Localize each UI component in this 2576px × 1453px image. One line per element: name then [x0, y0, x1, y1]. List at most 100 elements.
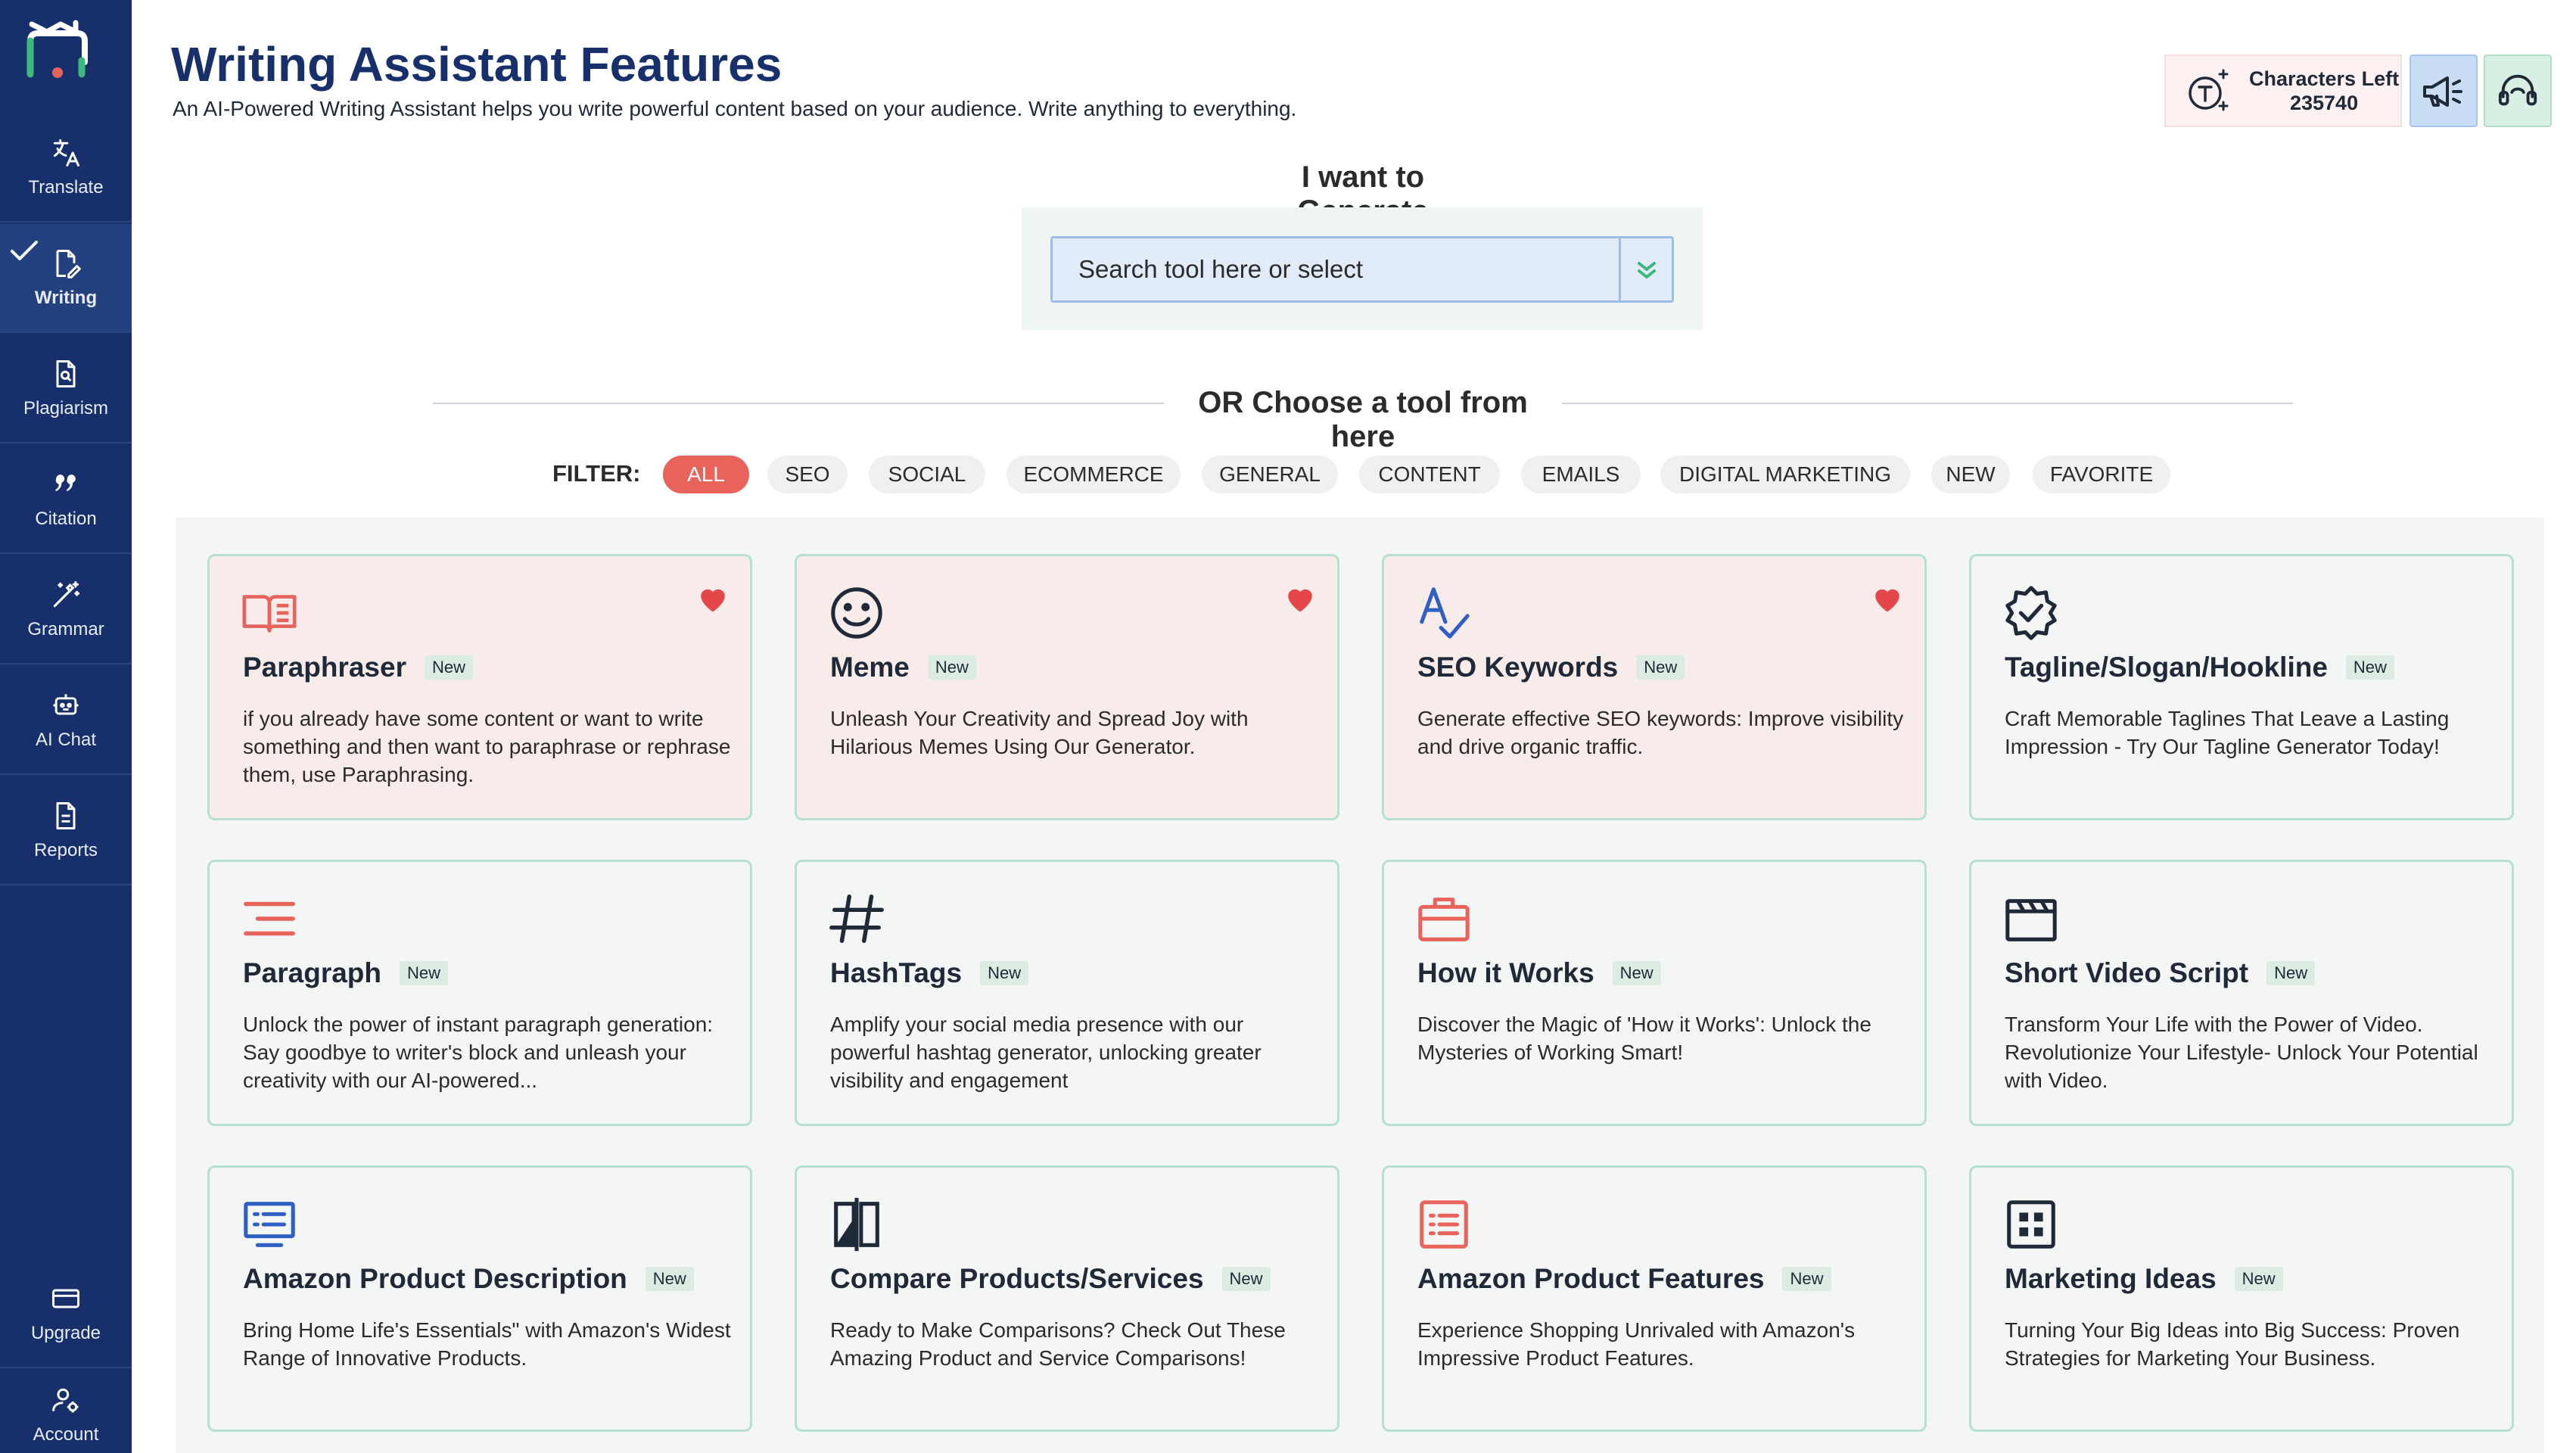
sidebar-item-label: AI Chat	[35, 730, 97, 750]
app-logo[interactable]	[21, 14, 94, 83]
favorite-heart-icon[interactable]	[1284, 583, 1316, 614]
filter-chip-content[interactable]: CONTENT	[1359, 456, 1500, 493]
card-title: How it Works	[1417, 957, 1594, 988]
card-title-row: Marketing Ideas New	[2005, 1263, 2283, 1295]
filter-chip-all[interactable]: ALL	[663, 456, 749, 493]
sidebar-item-grammar[interactable]: Grammar	[0, 555, 132, 664]
card-description: Turning Your Big Ideas into Big Success:…	[2005, 1318, 2460, 1370]
tool-select-wrap: Search tool here or select	[1022, 207, 1703, 330]
new-badge: New	[400, 961, 449, 985]
favorite-heart-icon[interactable]	[1871, 583, 1903, 614]
filter-chip-new[interactable]: NEW	[1931, 456, 2010, 493]
tool-card-amazon-product-description[interactable]: Amazon Product Description New Bring Hom…	[207, 1165, 752, 1432]
sidebar-item-plagiarism[interactable]: Plagiarism	[0, 334, 132, 443]
new-badge: New	[645, 1267, 694, 1291]
card-description: Unleash Your Creativity and Spread Joy w…	[830, 707, 1249, 758]
sidebar-item-label: Account	[33, 1424, 99, 1445]
card-description: Generate effective SEO keywords: Improve…	[1417, 707, 1904, 758]
card-title: Marketing Ideas	[2005, 1263, 2217, 1294]
compare-icon	[834, 1197, 879, 1252]
card-title-row: How it Works New	[1417, 957, 1661, 989]
writing-icon	[49, 247, 82, 280]
filter-chip-ecommerce[interactable]: ECOMMERCE	[1006, 456, 1181, 493]
tools-grid: Paraphraser New if you already have some…	[176, 518, 2544, 1453]
card-title-row: Tagline/Slogan/Hookline New	[2005, 652, 2394, 683]
new-badge: New	[980, 961, 1029, 985]
sidebar-item-account[interactable]: Account	[0, 1370, 132, 1453]
filter-chip-social[interactable]: SOCIAL	[869, 456, 985, 493]
briefcase-icon	[1418, 898, 1470, 941]
card-description: Unlock the power of instant paragraph ge…	[243, 1013, 714, 1092]
smiley-icon	[831, 587, 882, 639]
sidebar-item-translate[interactable]: Translate	[0, 114, 132, 222]
card-title: Short Video Script	[2005, 957, 2249, 988]
card-title-row: Paragraph New	[243, 957, 449, 989]
card-title-row: HashTags New	[830, 957, 1029, 989]
divider-line-left	[433, 403, 1164, 404]
filter-chip-emails[interactable]: EMAILS	[1521, 456, 1641, 493]
spellcheck-icon	[1420, 587, 1470, 639]
support-button[interactable]	[2484, 54, 2552, 127]
new-badge: New	[424, 655, 473, 680]
card-title-row: Amazon Product Description New	[243, 1263, 694, 1295]
new-badge: New	[1612, 961, 1661, 985]
filter-chip-seo[interactable]: SEO	[767, 456, 848, 493]
card-description: Discover the Magic of 'How it Works': Un…	[1417, 1013, 1871, 1064]
megaphone-icon	[2423, 76, 2462, 107]
divider-line-right	[1562, 403, 2293, 404]
sidebar-item-upgrade[interactable]: Upgrade	[0, 1259, 132, 1368]
page-subtitle: An AI-Powered Writing Assistant helps yo…	[173, 97, 1297, 120]
tool-card-hashtags[interactable]: HashTags New Amplify your social media p…	[795, 860, 1339, 1126]
sidebar-item-label: Translate	[28, 177, 104, 198]
app-root: Translate Writing Plagiarism Citation Gr…	[0, 0, 2576, 1453]
card-title: Tagline/Slogan/Hookline	[2005, 652, 2328, 683]
card-title: Amazon Product Description	[243, 1263, 627, 1294]
sidebar-item-citation[interactable]: Citation	[0, 445, 132, 554]
card-description: Transform Your Life with the Power of Vi…	[2005, 1013, 2478, 1092]
tool-card-marketing-ideas[interactable]: Marketing Ideas New Turning Your Big Ide…	[1969, 1165, 2514, 1432]
card-title-row: SEO Keywords New	[1417, 652, 1685, 683]
sidebar-item-writing[interactable]: Writing	[0, 224, 132, 333]
announcements-button[interactable]	[2410, 54, 2478, 127]
headset-icon	[2498, 74, 2537, 106]
filter-chip-general[interactable]: GENERAL	[1202, 456, 1338, 493]
new-badge: New	[2234, 1267, 2283, 1291]
sidebar-item-reports[interactable]: Reports	[0, 776, 132, 885]
choose-tool-divider-text: OR Choose a tool from here	[1198, 386, 1528, 453]
card-title: Compare Products/Services	[830, 1263, 1204, 1294]
double-chevron-down-icon[interactable]	[1619, 238, 1672, 300]
filter-chip-digital-marketing[interactable]: DIGITAL MARKETING	[1660, 456, 1910, 493]
text-sparkle-icon	[2189, 69, 2229, 111]
tool-card-meme[interactable]: Meme New Unleash Your Creativity and Spr…	[795, 554, 1339, 820]
new-badge: New	[927, 655, 976, 680]
card-title: Meme	[830, 652, 910, 683]
sidebar-item-ai-chat[interactable]: AI Chat	[0, 666, 132, 775]
filter-label: FILTER:	[552, 460, 641, 487]
tool-card-tagline[interactable]: Tagline/Slogan/Hookline New Craft Memora…	[1969, 554, 2514, 820]
sidebar-item-label: Plagiarism	[23, 398, 109, 418]
characters-left-text: Characters Left 235740	[2249, 67, 2399, 115]
tool-card-seo-keywords[interactable]: SEO Keywords New Generate effective SEO …	[1382, 554, 1927, 820]
tool-card-paragraph[interactable]: Paragraph New Unlock the power of instan…	[207, 860, 752, 1126]
account-settings-icon	[49, 1383, 82, 1417]
tool-card-amazon-product-features[interactable]: Amazon Product Features New Experience S…	[1382, 1165, 1927, 1432]
tool-card-how-it-works[interactable]: How it Works New Discover the Magic of '…	[1382, 860, 1927, 1126]
card-title: SEO Keywords	[1417, 652, 1619, 683]
checklist-icon	[1420, 1200, 1468, 1249]
card-description: Amplify your social media presence with …	[830, 1013, 1262, 1092]
characters-left-value: 235740	[2289, 92, 2359, 114]
tool-card-short-video-script[interactable]: Short Video Script New Transform Your Li…	[1969, 860, 2514, 1126]
tool-select[interactable]: Search tool here or select	[1050, 236, 1674, 303]
tool-card-compare-products[interactable]: Compare Products/Services New Ready to M…	[795, 1165, 1339, 1432]
new-badge: New	[1782, 1267, 1831, 1291]
card-description: Craft Memorable Taglines That Leave a La…	[2005, 707, 2450, 758]
card-title-row: Compare Products/Services New	[830, 1263, 1271, 1295]
favorite-heart-icon[interactable]	[697, 583, 729, 614]
filter-chip-favorite[interactable]: FAVORITE	[2033, 456, 2170, 493]
grid-icon	[2007, 1200, 2055, 1249]
plagiarism-icon	[49, 357, 82, 390]
hashtag-icon	[829, 895, 884, 943]
tool-card-paraphraser[interactable]: Paraphraser New if you already have some…	[207, 554, 752, 820]
clapperboard-icon	[2005, 899, 2057, 941]
sidebar-item-label: Upgrade	[30, 1323, 101, 1343]
